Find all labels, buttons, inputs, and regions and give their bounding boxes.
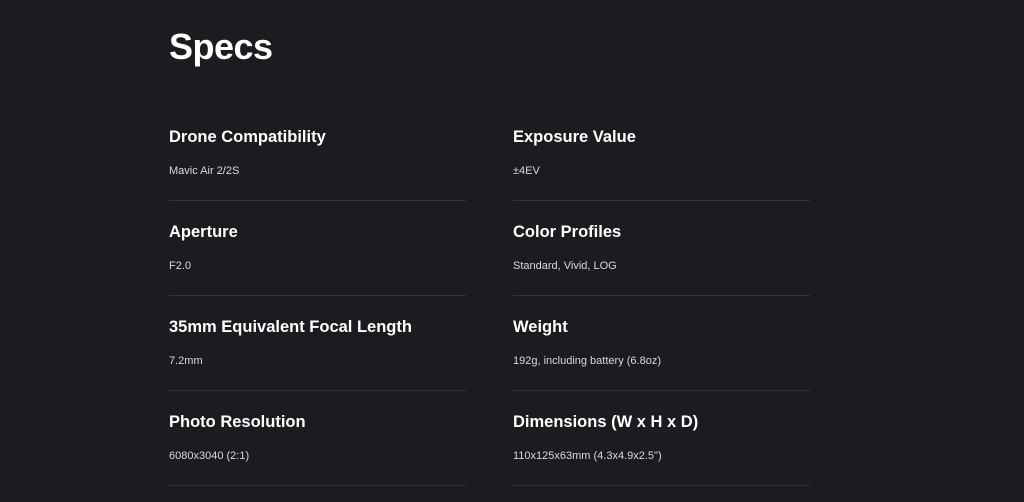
spec-label: Color Profiles <box>513 223 622 241</box>
spec-label: Dimensions (W x H x D) <box>513 413 699 431</box>
spec-label: Weight <box>513 318 568 336</box>
spec-value: Mavic Air 2/2S <box>169 165 240 177</box>
spec-value: ±4EV <box>513 165 540 177</box>
specs-page: Specs Drone Compatibility Mavic Air 2/2S… <box>0 0 1024 502</box>
spec-value: 192g, including battery (6.8oz) <box>513 355 661 367</box>
spec-photo-resolution: Photo Resolution 6080x3040 (2:1) <box>169 391 466 486</box>
spec-value: Standard, Vivid, LOG <box>513 260 617 272</box>
spec-dimensions: Dimensions (W x H x D) 110x125x63mm (4.3… <box>513 391 810 486</box>
page-title: Specs <box>169 26 273 67</box>
spec-value: F2.0 <box>169 260 192 272</box>
spec-label: Photo Resolution <box>169 413 306 431</box>
spec-value: 110x125x63mm (4.3x4.9x2.5") <box>513 450 662 462</box>
spec-weight: Weight 192g, including battery (6.8oz) <box>513 296 810 391</box>
spec-color-profiles: Color Profiles Standard, Vivid, LOG <box>513 201 810 296</box>
specs-grid: Drone Compatibility Mavic Air 2/2S Expos… <box>169 106 811 486</box>
spec-aperture: Aperture F2.0 <box>169 201 466 296</box>
spec-focal-length: 35mm Equivalent Focal Length 7.2mm <box>169 296 466 391</box>
spec-exposure-value: Exposure Value ±4EV <box>513 106 810 201</box>
spec-label: Exposure Value <box>513 128 636 146</box>
spec-label: Aperture <box>169 223 238 241</box>
spec-drone-compatibility: Drone Compatibility Mavic Air 2/2S <box>169 106 466 201</box>
spec-label: Drone Compatibility <box>169 128 326 146</box>
spec-label: 35mm Equivalent Focal Length <box>169 318 412 336</box>
spec-value: 6080x3040 (2:1) <box>169 450 250 462</box>
spec-value: 7.2mm <box>169 355 203 367</box>
